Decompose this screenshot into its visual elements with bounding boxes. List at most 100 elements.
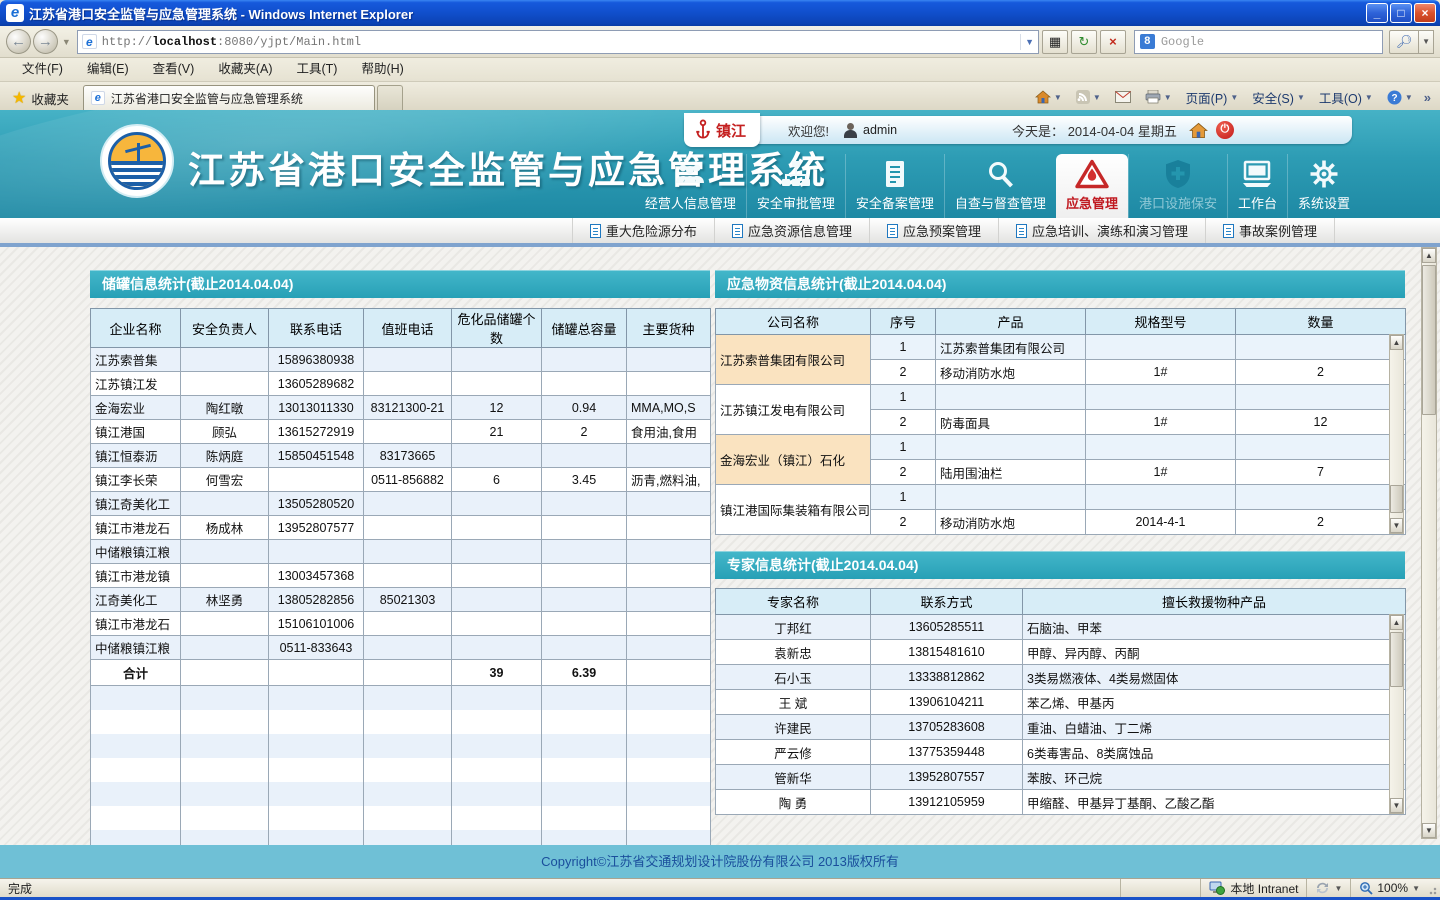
compatibility-view-button[interactable]: ▦: [1042, 30, 1068, 54]
nav-item-safety-approval[interactable]: 安全审批管理: [746, 154, 845, 218]
home-button[interactable]: ▼: [1029, 85, 1068, 109]
table-row[interactable]: 袁新忠13815481610甲醇、异丙醇、丙酮: [716, 640, 1406, 665]
favorites-button[interactable]: ★ 收藏夹: [4, 86, 77, 110]
experts-scrollbar[interactable]: ▲ ▼: [1389, 614, 1404, 814]
menu-item-3[interactable]: 收藏夹(A): [206, 58, 284, 81]
table-row[interactable]: 中储粮镇江粮0511-833643: [91, 636, 711, 660]
restore-button[interactable]: □: [1390, 3, 1412, 23]
table-row[interactable]: 金海宏业（镇江）石化1: [716, 435, 1406, 460]
mail-button[interactable]: [1109, 85, 1137, 109]
refresh-button[interactable]: ↻: [1071, 30, 1097, 54]
logout-button[interactable]: ⏻︎: [1216, 121, 1234, 139]
scroll-up-icon[interactable]: ▲: [1390, 335, 1403, 350]
nav-item-safety-filing[interactable]: 安全备案管理: [845, 154, 944, 218]
company-cell: 金海宏业（镇江）石化: [716, 435, 871, 485]
nav-item-settings[interactable]: 系统设置: [1287, 154, 1360, 218]
table-row[interactable]: 镇江李长荣何雪宏0511-85688263.45沥青,燃料油,: [91, 468, 711, 492]
feeds-button[interactable]: ▼: [1070, 85, 1107, 109]
cell: 金海宏业: [91, 396, 181, 420]
nav-item-emergency[interactable]: 应急管理: [1056, 154, 1128, 218]
scroll-down-icon[interactable]: ▼: [1390, 518, 1403, 533]
table-row[interactable]: 镇江港国顾弘13615272919212食用油,食用: [91, 420, 711, 444]
back-button[interactable]: ←: [6, 29, 31, 54]
subnav-item-2[interactable]: 应急预案管理: [869, 218, 998, 243]
table-row[interactable]: 镇江市港龙石15106101006: [91, 612, 711, 636]
table-row[interactable]: 江奇美化工林坚勇1380528285685021303: [91, 588, 711, 612]
scroll-up-icon[interactable]: ▲: [1422, 248, 1436, 263]
table-row[interactable]: 江苏索普集15896380938: [91, 348, 711, 372]
nav-item-operators[interactable]: 经营人信息管理: [635, 154, 746, 218]
url-dropdown-icon[interactable]: ▼: [1020, 34, 1034, 50]
table-row[interactable]: 镇江市港龙镇13003457368: [91, 564, 711, 588]
browser-tab[interactable]: e 江苏省港口安全监管与应急管理系统: [83, 85, 375, 110]
page-menu[interactable]: 页面(P)▼: [1180, 85, 1245, 109]
table-row[interactable]: 金海宏业陶红暾1301301133083121300-21120.94MMA,M…: [91, 396, 711, 420]
search-input[interactable]: 8 Google: [1134, 30, 1383, 54]
scrollbar-thumb[interactable]: [1422, 265, 1436, 415]
zoom-control[interactable]: 100%▼: [1350, 879, 1428, 897]
table-row[interactable]: 江苏索普集团有限公司1江苏索普集团有限公司: [716, 335, 1406, 360]
protected-mode-control[interactable]: ▼: [1306, 879, 1350, 897]
menu-item-0[interactable]: 文件(F): [10, 58, 75, 81]
region-selector[interactable]: 镇江: [684, 113, 760, 147]
scroll-down-icon[interactable]: ▼: [1422, 823, 1436, 838]
help-button[interactable]: ?▼: [1381, 85, 1419, 109]
scrollbar-thumb[interactable]: [1390, 632, 1403, 687]
resize-grip[interactable]: [1428, 879, 1440, 897]
expert-name-cell: 严云修: [716, 740, 871, 765]
contact-cell: 13906104211: [871, 690, 1023, 715]
subnav-item-3[interactable]: 应急培训、演练和演习管理: [998, 218, 1205, 243]
new-tab-button[interactable]: [377, 85, 403, 110]
table-row[interactable]: 镇江恒泰沥陈炳庭1585045154883173665: [91, 444, 711, 468]
home-shortcut-icon[interactable]: [1189, 122, 1208, 139]
nav-item-self-inspection[interactable]: 自查与督查管理: [944, 154, 1056, 218]
search-options-icon[interactable]: ▼: [1419, 30, 1434, 54]
minimize-button[interactable]: _: [1366, 3, 1388, 23]
table-row[interactable]: 石小玉133388128623类易燃液体、4类易燃固体: [716, 665, 1406, 690]
scroll-down-icon[interactable]: ▼: [1390, 798, 1403, 813]
table-row[interactable]: 镇江奇美化工13505280520: [91, 492, 711, 516]
empty-cell: [269, 734, 364, 758]
table-row[interactable]: 管新华13952807557苯胺、环己烷: [716, 765, 1406, 790]
print-button[interactable]: ▼: [1139, 85, 1178, 109]
table-row[interactable]: 严云修137753594486类毒害品、8类腐蚀品: [716, 740, 1406, 765]
subnav-item-4[interactable]: 事故案例管理: [1205, 218, 1335, 243]
table-row[interactable]: 陶 勇13912105959甲缩醛、甲基异丁基酮、乙酸乙酯: [716, 790, 1406, 815]
table-row[interactable]: 中储粮镇江粮: [91, 540, 711, 564]
supplies-scrollbar[interactable]: ▲ ▼: [1389, 334, 1404, 534]
scrollbar-thumb[interactable]: [1390, 485, 1403, 513]
menu-item-5[interactable]: 帮助(H): [349, 58, 415, 81]
cell: [364, 348, 452, 372]
ie-logo-icon: e: [6, 4, 24, 22]
table-row[interactable]: 江苏镇江发电有限公司1: [716, 385, 1406, 410]
safety-menu[interactable]: 安全(S)▼: [1246, 85, 1311, 109]
scroll-up-icon[interactable]: ▲: [1390, 615, 1403, 630]
table-row[interactable]: 镇江市港龙石杨成林13952807577: [91, 516, 711, 540]
table-row[interactable]: 许建民13705283608重油、白蜡油、丁二烯: [716, 715, 1406, 740]
contact-cell: 13775359448: [871, 740, 1023, 765]
menu-item-4[interactable]: 工具(T): [284, 58, 349, 81]
history-dropdown-icon[interactable]: ▼: [62, 37, 71, 47]
empty-cell: [627, 710, 711, 734]
nav-item-port-security[interactable]: 港口设施保安: [1128, 154, 1227, 218]
url-field[interactable]: e http://localhost:8080/yjpt/Main.html ▼: [77, 30, 1039, 54]
menu-item-1[interactable]: 编辑(E): [75, 58, 141, 81]
table-row[interactable]: 江苏镇江发13605289682: [91, 372, 711, 396]
search-button[interactable]: 🔎︎: [1389, 30, 1419, 54]
overflow-chevron-icon[interactable]: »: [1421, 90, 1434, 105]
forward-button[interactable]: →: [33, 29, 58, 54]
warning-icon: [1075, 158, 1109, 190]
close-button[interactable]: ×: [1414, 3, 1436, 23]
table-row[interactable]: 镇江港国际集装箱有限公司1: [716, 485, 1406, 510]
table-row[interactable]: 王 斌13906104211苯乙烯、甲基丙: [716, 690, 1406, 715]
subnav-item-0[interactable]: 重大危险源分布: [572, 218, 714, 243]
cell: [364, 564, 452, 588]
menu-item-2[interactable]: 查看(V): [141, 58, 207, 81]
nav-item-workbench[interactable]: 工作台: [1227, 154, 1287, 218]
page-scrollbar[interactable]: ▲ ▼: [1421, 247, 1437, 839]
stop-button[interactable]: ×: [1100, 30, 1126, 54]
subnav-item-1[interactable]: 应急资源信息管理: [714, 218, 869, 243]
workbench-icon: [1241, 158, 1273, 190]
tools-menu[interactable]: 工具(O)▼: [1313, 85, 1379, 109]
table-row[interactable]: 丁邦红13605285511石脑油、甲苯: [716, 615, 1406, 640]
